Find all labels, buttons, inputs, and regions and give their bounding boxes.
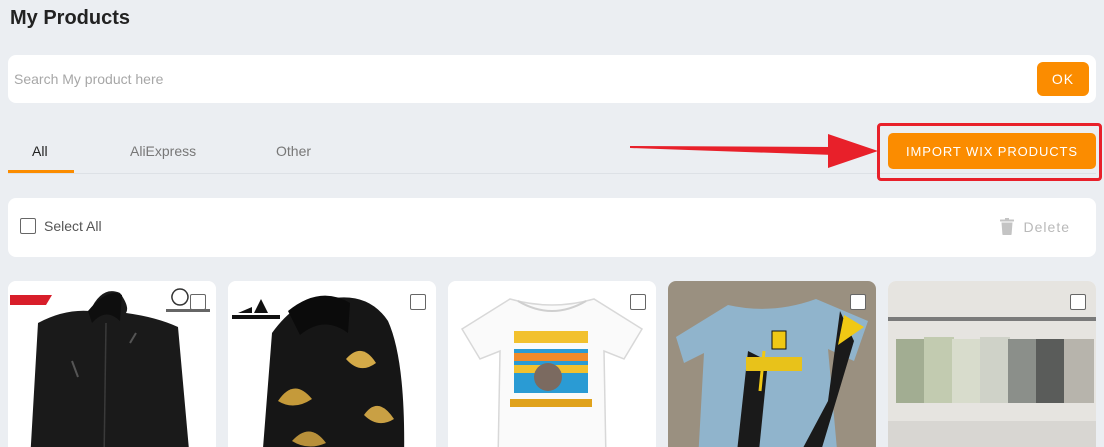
- product-checkbox[interactable]: [850, 294, 866, 310]
- active-tab-indicator: [8, 170, 74, 173]
- product-checkbox[interactable]: [410, 294, 426, 310]
- red-arrow-icon: [630, 134, 878, 168]
- product-checkbox[interactable]: [1070, 294, 1086, 310]
- selection-bar: Select All Delete: [8, 198, 1096, 257]
- product-image-jacket: [8, 281, 216, 447]
- product-checkbox[interactable]: [630, 294, 646, 310]
- select-all[interactable]: Select All: [20, 218, 102, 234]
- product-image-hoodie: [228, 281, 436, 447]
- delete-label: Delete: [1023, 218, 1070, 235]
- tab-other[interactable]: Other: [276, 143, 311, 159]
- search-bar: OK: [8, 55, 1096, 103]
- select-all-label: Select All: [44, 218, 102, 234]
- product-image-tshirt: [448, 281, 656, 447]
- product-card[interactable]: [228, 281, 436, 447]
- tab-all[interactable]: All: [32, 143, 48, 159]
- import-wix-products-button[interactable]: IMPORT WIX PRODUCTS: [888, 133, 1096, 169]
- product-checkbox[interactable]: [190, 294, 206, 310]
- product-grid: [8, 281, 1104, 447]
- delete-button[interactable]: Delete: [999, 218, 1070, 235]
- product-card[interactable]: [448, 281, 656, 447]
- ok-button[interactable]: OK: [1037, 62, 1089, 96]
- page-title: My Products: [10, 7, 131, 29]
- product-card[interactable]: [888, 281, 1096, 447]
- select-all-checkbox[interactable]: [20, 218, 36, 234]
- product-card[interactable]: [8, 281, 216, 447]
- product-image-jersey: [668, 281, 876, 447]
- tab-aliexpress[interactable]: AliExpress: [130, 143, 196, 159]
- trash-icon: [999, 218, 1014, 235]
- product-image-shorts: [888, 281, 1096, 447]
- product-card[interactable]: [668, 281, 876, 447]
- search-input[interactable]: [14, 63, 1014, 95]
